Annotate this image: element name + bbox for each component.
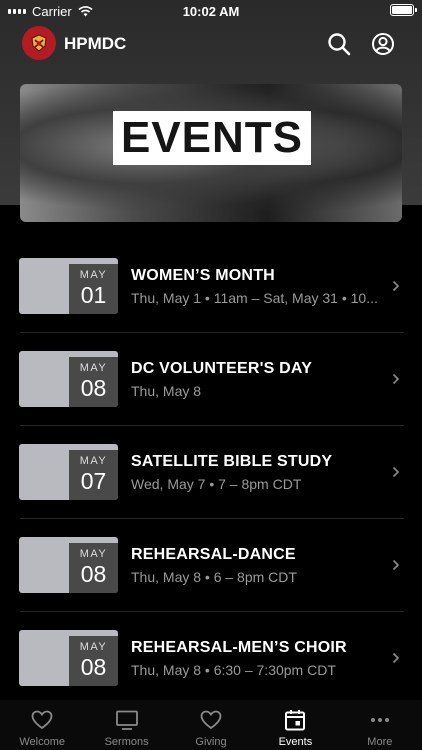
event-row[interactable]: MAY 08 REHEARSAL-MEN’S CHOIR Thu, May 8 … <box>0 612 422 705</box>
event-title: REHEARSAL-DANCE <box>131 546 296 563</box>
event-subtitle: Thu, May 8 <box>131 383 202 399</box>
tab-sermons[interactable]: Sermons <box>84 700 168 750</box>
event-subtitle: Thu, May 1 • 11am – Sat, May 31 • 10... <box>131 290 378 306</box>
tab-label: More <box>367 736 393 748</box>
events-banner: EVENTS <box>20 84 402 222</box>
app-header: HPMDC <box>0 24 422 64</box>
tab-welcome[interactable]: Welcome <box>0 700 84 750</box>
tab-giving[interactable]: Giving <box>169 700 253 750</box>
event-thumbnail: MAY 08 <box>19 630 118 686</box>
status-time: 10:02 AM <box>182 4 240 19</box>
tab-label: Sermons <box>104 736 149 748</box>
date-badge: MAY 08 <box>69 543 118 593</box>
event-subtitle: Thu, May 8 • 6:30 – 7:30pm CDT <box>131 662 336 678</box>
date-day: 08 <box>80 561 107 587</box>
heart-icon <box>31 710 53 730</box>
battery-icon <box>390 4 417 16</box>
event-row[interactable]: MAY 07 SATELLITE BIBLE STUDY Wed, May 7 … <box>0 426 422 519</box>
app-title: HPMDC <box>64 34 127 53</box>
event-subtitle: Wed, May 7 • 7 – 8pm CDT <box>131 476 302 492</box>
more-icon <box>370 718 389 722</box>
tv-icon <box>115 710 138 730</box>
tab-label: Giving <box>195 736 227 748</box>
tab-label: Events <box>278 736 313 748</box>
tab-bar: Welcome Sermons Giving Events More <box>0 700 422 750</box>
event-title: SATELLITE BIBLE STUDY <box>131 453 333 470</box>
chevron-right-icon <box>392 466 400 478</box>
events-list: MAY 01 WOMEN’S MONTH Thu, May 1 • 11am –… <box>0 240 422 705</box>
event-row[interactable]: MAY 08 DC VOLUNTEER'S DAY Thu, May 8 <box>0 333 422 426</box>
tab-label: Welcome <box>19 736 66 748</box>
event-title: REHEARSAL-MEN’S CHOIR <box>131 639 347 656</box>
crest-icon <box>31 34 47 52</box>
heart-icon <box>200 710 222 730</box>
event-row[interactable]: MAY 08 REHEARSAL-DANCE Thu, May 8 • 6 – … <box>0 519 422 612</box>
event-thumbnail: MAY 08 <box>19 351 118 407</box>
date-badge: MAY 07 <box>69 450 118 500</box>
event-thumbnail: MAY 01 <box>19 258 118 314</box>
date-month: MAY <box>79 455 108 467</box>
app-logo <box>22 26 56 60</box>
event-title: WOMEN’S MONTH <box>131 267 275 284</box>
calendar-icon <box>285 710 306 731</box>
profile-icon[interactable] <box>371 32 395 56</box>
date-month: MAY <box>79 269 108 281</box>
status-bar: Carrier 10:02 AM <box>0 0 422 22</box>
date-day: 01 <box>80 282 107 308</box>
date-badge: MAY 08 <box>69 636 118 686</box>
event-title: DC VOLUNTEER'S DAY <box>131 360 313 377</box>
chevron-right-icon <box>392 652 400 664</box>
search-icon[interactable] <box>327 32 351 56</box>
date-month: MAY <box>79 641 108 653</box>
event-subtitle: Thu, May 8 • 6 – 8pm CDT <box>131 569 297 585</box>
banner-label: EVENTS <box>113 111 311 165</box>
date-month: MAY <box>79 548 108 560</box>
date-month: MAY <box>79 362 108 374</box>
chevron-right-icon <box>392 373 400 385</box>
date-badge: MAY 08 <box>69 357 118 407</box>
date-day: 07 <box>80 468 107 494</box>
chevron-right-icon <box>392 559 400 571</box>
event-row[interactable]: MAY 01 WOMEN’S MONTH Thu, May 1 • 11am –… <box>0 240 422 333</box>
event-thumbnail: MAY 08 <box>19 537 118 593</box>
chevron-right-icon <box>392 280 400 292</box>
tab-events[interactable]: Events <box>253 700 337 750</box>
tab-more[interactable]: More <box>338 700 422 750</box>
event-thumbnail: MAY 07 <box>19 444 118 500</box>
date-day: 08 <box>80 375 107 401</box>
date-badge: MAY 01 <box>69 264 118 314</box>
date-day: 08 <box>80 654 107 680</box>
